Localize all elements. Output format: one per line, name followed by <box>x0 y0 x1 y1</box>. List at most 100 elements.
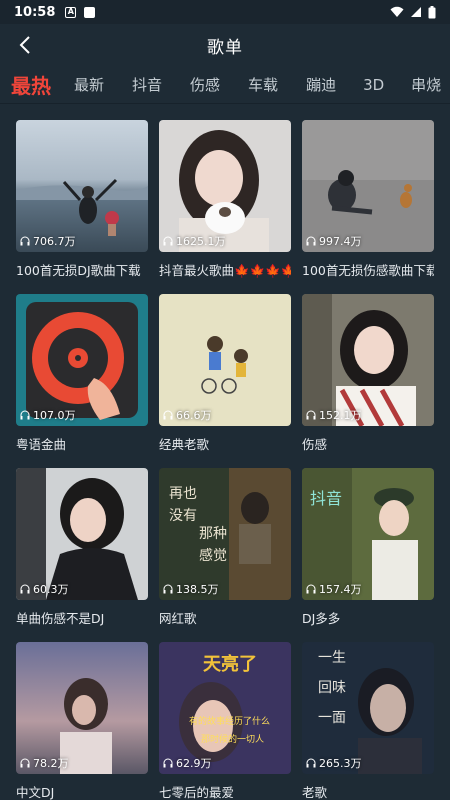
tab-hottest[interactable]: 最热 <box>10 70 52 99</box>
notification-a-icon: A <box>65 6 77 18</box>
playlist-title: DJ多多 <box>302 611 341 626</box>
headphones-icon <box>163 410 173 420</box>
tab-sad[interactable]: 伤感 <box>190 74 220 95</box>
headphones-icon <box>20 758 30 768</box>
playlist-card[interactable]: 60.3万 单曲伤感不是DJ <box>16 468 148 627</box>
play-count: 706.7万 <box>20 233 76 249</box>
cover-text: 没有 <box>169 508 197 524</box>
playlist-cover: 997.4万 <box>302 120 434 252</box>
play-count-value: 157.4万 <box>319 583 362 596</box>
headphones-icon <box>306 236 316 246</box>
playlist-title: 网红歌 <box>159 611 197 626</box>
play-count-value: 107.0万 <box>33 409 76 422</box>
play-count: 997.4万 <box>306 233 362 249</box>
playlist-cover: 66.6万 <box>159 294 291 426</box>
headphones-icon <box>20 584 30 594</box>
play-count-value: 1625.1万 <box>176 235 226 248</box>
battery-icon <box>428 5 436 18</box>
cover-text: 天亮了 <box>203 653 257 675</box>
status-bar: 10:58 A <box>0 0 450 24</box>
play-count: 138.5万 <box>163 581 219 597</box>
playlist-title: 粤语金曲 <box>16 437 67 452</box>
tab-car[interactable]: 车载 <box>248 74 278 95</box>
headphones-icon <box>163 758 173 768</box>
playlist-cover: 抖音 157.4万 <box>302 468 434 600</box>
status-time: 10:58 <box>14 4 56 20</box>
playlist-title: 100首无损DJ歌曲下载 <box>16 263 141 278</box>
playlist-title: 抖音最火歌曲🍁🍁🍁🍁 <box>159 263 291 278</box>
tab-medley[interactable]: 串烧 <box>411 74 441 95</box>
playlist-title: 老歌 <box>302 785 328 800</box>
headphones-icon <box>306 758 316 768</box>
playlist-cover: 152.1万 <box>302 294 434 426</box>
playlist-title: 100首无损伤感歌曲下载 <box>302 263 434 278</box>
play-count: 78.2万 <box>20 755 69 771</box>
play-count: 62.9万 <box>163 755 212 771</box>
play-count: 66.6万 <box>163 407 212 423</box>
playlist-title: 七零后的最爱 <box>159 785 235 800</box>
cover-text: 那时候的一切人 <box>201 733 264 745</box>
play-count-value: 60.3万 <box>33 583 69 596</box>
playlist-card[interactable]: 1625.1万 抖音最火歌曲🍁🍁🍁🍁 <box>159 120 291 279</box>
playlist-cover: 1625.1万 <box>159 120 291 252</box>
play-count: 1625.1万 <box>163 233 226 249</box>
play-count-value: 265.3万 <box>319 757 362 770</box>
play-count: 265.3万 <box>306 755 362 771</box>
play-count: 60.3万 <box>20 581 69 597</box>
playlist-card[interactable]: 一生 回味 一面 265.3万 老歌 <box>302 642 434 800</box>
cover-text: 一生 <box>318 650 346 666</box>
playlist-cover: 60.3万 <box>16 468 148 600</box>
wifi-icon <box>390 6 404 17</box>
header: 歌单 <box>0 24 450 66</box>
signal-icon <box>411 7 421 17</box>
headphones-icon <box>306 584 316 594</box>
playlist-card[interactable]: 107.0万 粤语金曲 <box>16 294 148 453</box>
playlist-title: 经典老歌 <box>159 437 210 452</box>
play-count-value: 66.6万 <box>176 409 212 422</box>
category-tabs: 最热 最新 抖音 伤感 车载 蹦迪 3D 串烧 <box>0 66 450 104</box>
headphones-icon <box>20 236 30 246</box>
chevron-left-icon <box>19 36 30 54</box>
play-count: 152.1万 <box>306 407 362 423</box>
cover-text: 一面 <box>318 710 346 726</box>
play-count: 157.4万 <box>306 581 362 597</box>
tab-douyin[interactable]: 抖音 <box>132 74 162 95</box>
headphones-icon <box>163 584 173 594</box>
notification-square-icon <box>84 6 96 18</box>
playlist-cover: 再也 没有 那种 感觉 138.5万 <box>159 468 291 600</box>
cover-text: 回味 <box>318 680 346 696</box>
playlist-card[interactable]: 997.4万 100首无损伤感歌曲下载 <box>302 120 434 279</box>
headphones-icon <box>20 410 30 420</box>
playlist-cover: 一生 回味 一面 265.3万 <box>302 642 434 774</box>
playlist-card[interactable]: 78.2万 中文DJ <box>16 642 148 800</box>
back-button[interactable] <box>12 32 38 58</box>
cover-text: 有的故事经历了什么 <box>189 715 270 727</box>
tab-disco[interactable]: 蹦迪 <box>306 74 336 95</box>
playlist-title: 中文DJ <box>16 785 55 800</box>
play-count-value: 997.4万 <box>319 235 362 248</box>
playlist-cover: 天亮了 有的故事经历了什么 那时候的一切人 62.9万 <box>159 642 291 774</box>
playlist-card[interactable]: 706.7万 100首无损DJ歌曲下载 <box>16 120 148 279</box>
playlist-card[interactable]: 66.6万 经典老歌 <box>159 294 291 453</box>
playlist-cover: 706.7万 <box>16 120 148 252</box>
play-count-value: 138.5万 <box>176 583 219 596</box>
play-count-value: 78.2万 <box>33 757 69 770</box>
cover-text: 那种 <box>199 526 227 542</box>
playlist-cover: 78.2万 <box>16 642 148 774</box>
play-count-value: 152.1万 <box>319 409 362 422</box>
playlist-card[interactable]: 再也 没有 那种 感觉 138.5万 网红歌 <box>159 468 291 627</box>
play-count-value: 62.9万 <box>176 757 212 770</box>
cover-text: 感觉 <box>199 547 227 564</box>
cover-text: 再也 <box>169 486 197 502</box>
playlist-card[interactable]: 152.1万 伤感 <box>302 294 434 453</box>
tab-3d[interactable]: 3D <box>363 76 384 94</box>
page-title: 歌单 <box>207 37 243 58</box>
tab-newest[interactable]: 最新 <box>74 74 104 95</box>
playlist-card[interactable]: 抖音 157.4万 DJ多多 <box>302 468 434 627</box>
playlist-card[interactable]: 天亮了 有的故事经历了什么 那时候的一切人 62.9万 七零后的最爱 <box>159 642 291 800</box>
headphones-icon <box>163 236 173 246</box>
cover-text: 抖音 <box>310 489 342 508</box>
play-count: 107.0万 <box>20 407 76 423</box>
headphones-icon <box>306 410 316 420</box>
playlist-title: 单曲伤感不是DJ <box>16 611 105 626</box>
